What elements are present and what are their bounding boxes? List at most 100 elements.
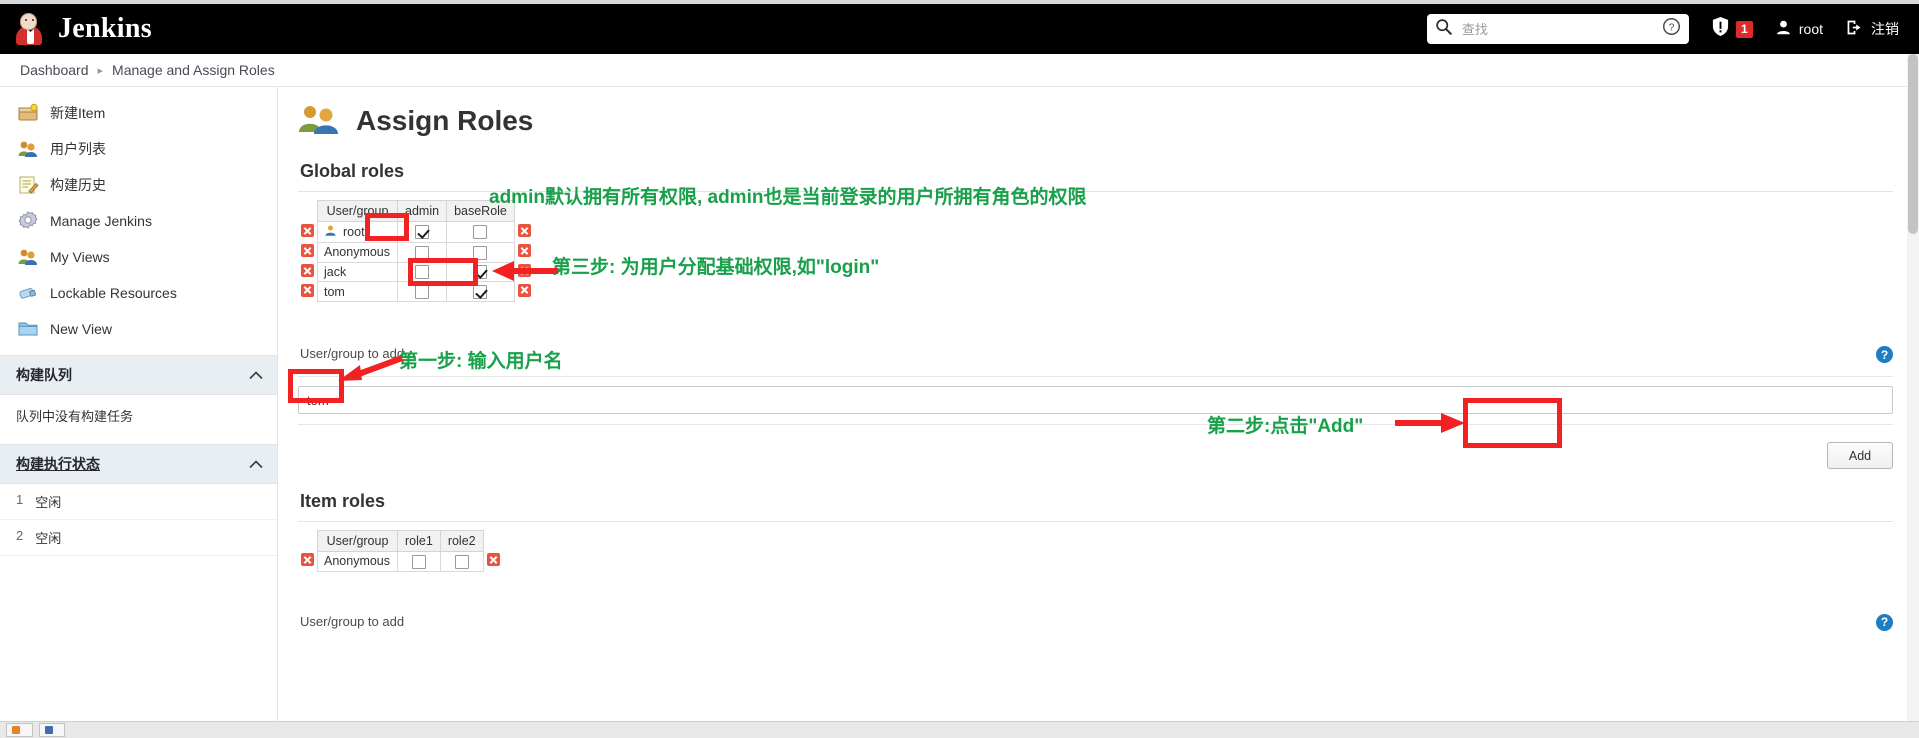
logout-button[interactable]: 注销: [1845, 18, 1899, 40]
sidebar-item-my-views[interactable]: My Views: [0, 239, 277, 275]
cell-user-name: Anonymous: [316, 551, 399, 572]
global-roles-title: Global roles: [300, 161, 405, 181]
delete-row-icon[interactable]: [517, 264, 531, 278]
logout-icon: [1845, 18, 1864, 40]
checkbox-admin[interactable]: [415, 285, 430, 300]
build-executor-title: 构建执行状态: [16, 456, 100, 472]
sidebar-item-user-list[interactable]: 用户列表: [0, 131, 277, 167]
user-icon: [324, 224, 337, 240]
delete-row-icon[interactable]: [301, 553, 314, 567]
user-menu[interactable]: root: [1775, 19, 1823, 39]
folder-icon: [17, 318, 39, 340]
column-header-usergroup: User/group: [316, 200, 399, 222]
jenkins-home-link[interactable]: Jenkins: [14, 12, 152, 46]
delete-row-icon[interactable]: [517, 244, 531, 258]
usergroup-to-add-input[interactable]: [298, 386, 1893, 415]
checkbox-admin[interactable]: [415, 225, 430, 240]
sidebar-item-label: My Views: [50, 249, 110, 265]
chevron-up-icon[interactable]: [249, 457, 263, 472]
sidebar-item-label: Manage Jenkins: [50, 213, 152, 229]
executor-row[interactable]: 1 空闲: [0, 484, 277, 520]
checkbox-admin[interactable]: [415, 265, 430, 280]
help-icon[interactable]: ?: [1876, 613, 1893, 631]
sidebar-item-build-history[interactable]: 构建历史: [0, 167, 277, 203]
usergroup-to-add-label-item: User/group to add: [300, 613, 405, 629]
cell-user-name: root: [343, 225, 365, 239]
divider: [298, 521, 1893, 523]
sidebar-item-label: 用户列表: [50, 141, 106, 157]
delete-row-icon[interactable]: [517, 224, 531, 237]
jenkins-butler-icon: [14, 12, 48, 46]
sidebar-item-new-view[interactable]: New View: [0, 311, 277, 347]
scrollbar-track[interactable]: [1907, 54, 1919, 721]
executor-row[interactable]: 2 空闲: [0, 520, 277, 556]
delete-row-icon[interactable]: [486, 553, 500, 567]
checkbox-role1[interactable]: [411, 554, 426, 569]
shield-alert-icon: [1711, 16, 1730, 42]
sidebar-item-new-item[interactable]: 新建Item: [0, 95, 277, 131]
search-icon: [1435, 18, 1452, 40]
divider: [298, 424, 1893, 426]
delete-row-icon[interactable]: [301, 283, 314, 297]
taskbar-item[interactable]: [6, 723, 33, 737]
breadcrumb-item-current[interactable]: Manage and Assign Roles: [112, 62, 275, 78]
delete-row-icon[interactable]: [517, 283, 531, 297]
user-icon: [1775, 19, 1792, 39]
sidebar-item-manage-jenkins[interactable]: Manage Jenkins: [0, 203, 277, 239]
security-warning-count: 1: [1735, 20, 1753, 38]
taskbar-item[interactable]: [38, 723, 66, 737]
security-warning[interactable]: 1: [1711, 16, 1753, 42]
build-queue-empty-text: 队列中没有构建任务: [16, 409, 134, 424]
delete-row-icon[interactable]: [301, 264, 314, 278]
sidebar-item-label: New View: [50, 321, 112, 337]
table-header-row: User/group role1 role2: [298, 530, 503, 553]
app-icon: [12, 726, 20, 734]
page-header: Assign Roles: [298, 101, 1893, 141]
sidebar-item-label: Lockable Resources: [50, 285, 177, 301]
build-queue-title: 构建队列: [16, 367, 72, 383]
sidebar-item-label: 新建Item: [50, 105, 106, 121]
assign-roles-icon: [298, 101, 342, 141]
app-icon: [44, 726, 53, 734]
table-row: tom: [298, 281, 534, 303]
cell-user-name: tom: [316, 281, 399, 303]
checkbox-baserole[interactable]: [473, 265, 488, 280]
checkbox-admin[interactable]: [415, 245, 430, 260]
breadcrumb-item-dashboard[interactable]: Dashboard: [20, 62, 89, 78]
people-icon: [17, 246, 39, 268]
search-box[interactable]: ?: [1426, 14, 1689, 44]
divider: [298, 376, 1893, 378]
help-circle-icon[interactable]: ?: [1662, 17, 1681, 41]
column-header-admin: admin: [397, 200, 448, 222]
chevron-up-icon[interactable]: [249, 368, 263, 383]
executor-status: 空闲: [35, 531, 62, 546]
checkbox-baserole[interactable]: [473, 225, 488, 240]
sidebar-item-lockable-resources[interactable]: Lockable Resources: [0, 275, 277, 311]
delete-row-icon[interactable]: [301, 244, 314, 258]
annotation-step1: 第一步: 输入用户名: [399, 351, 563, 372]
column-header-usergroup: User/group: [316, 530, 399, 553]
table-row: jack: [298, 261, 534, 283]
annotation-step3: 第三步: 为用户分配基础权限,如"login": [552, 257, 880, 278]
sidebar-item-label: 构建历史: [50, 177, 106, 193]
help-icon[interactable]: ?: [1876, 346, 1893, 364]
checkbox-baserole[interactable]: [473, 285, 488, 300]
search-input[interactable]: [1459, 20, 1654, 38]
executor-status: 空闲: [35, 495, 62, 510]
checkbox-baserole[interactable]: [473, 245, 488, 260]
people-icon: [17, 138, 39, 160]
lock-resource-icon: [17, 282, 39, 304]
add-button[interactable]: Add: [1827, 442, 1893, 470]
checkbox-role2[interactable]: [454, 554, 469, 569]
chevron-right-icon: ▸: [97, 64, 104, 77]
build-executor-header[interactable]: 构建执行状态: [0, 444, 277, 484]
delete-row-icon[interactable]: [301, 224, 314, 237]
column-header-role1: role1: [397, 530, 441, 553]
build-queue-header[interactable]: 构建队列: [0, 355, 277, 395]
page-title: Assign Roles: [356, 105, 534, 136]
scrollbar-thumb[interactable]: [1908, 54, 1918, 234]
annotation-step2: 第二步:点击"Add": [1207, 416, 1364, 437]
executor-number: 1: [16, 492, 24, 507]
brand-title: Jenkins: [58, 13, 152, 44]
executor-number: 2: [16, 528, 24, 543]
